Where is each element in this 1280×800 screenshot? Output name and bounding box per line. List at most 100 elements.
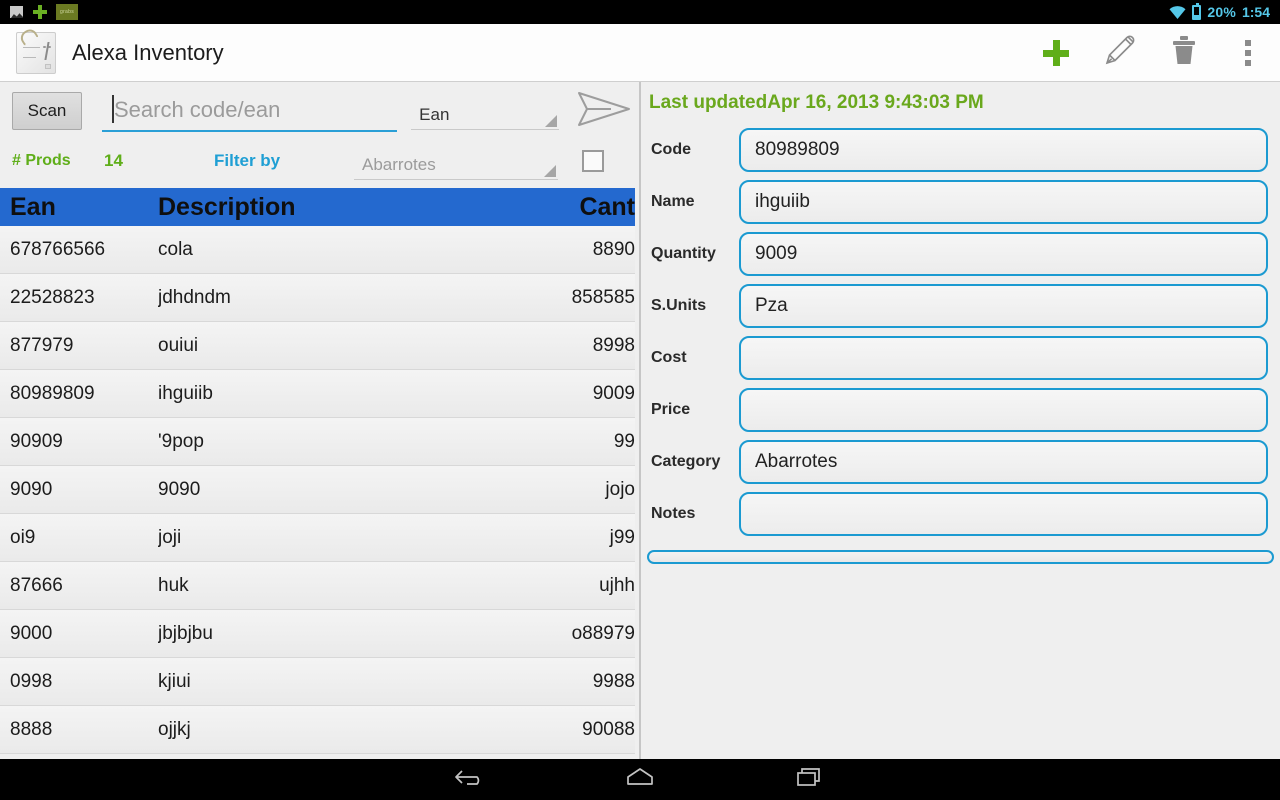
clipboard-icon xyxy=(16,25,56,74)
inventory-list-panel: Scan Ean # xyxy=(0,82,639,759)
detail-field-input[interactable] xyxy=(739,492,1268,536)
cell-description: kjiui xyxy=(158,670,191,692)
cell-cant: 90088 xyxy=(582,718,635,740)
cell-cant: ujhh xyxy=(599,574,635,596)
detail-field-row: Name ihguiib xyxy=(649,180,1268,224)
search-input[interactable] xyxy=(101,90,398,132)
table-row[interactable]: oi9 joji j99 xyxy=(0,514,635,562)
add-icon xyxy=(33,5,47,19)
status-bar-right-icons: 20% 1:54 xyxy=(1169,2,1280,20)
last-updated-label: Last updatedApr 16, 2013 9:43:03 PM xyxy=(649,92,984,113)
cell-ean: 87666 xyxy=(10,574,63,596)
cell-description: ihguiib xyxy=(158,382,213,404)
search-field-type-value: Ean xyxy=(419,105,450,124)
table-row[interactable]: 80989809 ihguiib 9009 xyxy=(0,370,635,418)
send-button[interactable] xyxy=(575,89,633,133)
detail-field-input[interactable] xyxy=(739,336,1268,380)
table-row[interactable]: 9000 jbjbjbu o88979 xyxy=(0,610,635,658)
status-bar-left-icons: grabs xyxy=(0,4,78,20)
cell-cant: o88979 xyxy=(571,622,635,644)
cell-cant: 9988 xyxy=(592,670,635,692)
cell-cant: j99 xyxy=(609,526,635,548)
column-header-cant: Cant xyxy=(579,192,635,221)
detail-field-label: Price xyxy=(651,401,691,418)
table-row[interactable]: 678766566 cola 8890 xyxy=(0,226,635,274)
cell-cant: 9009 xyxy=(592,382,635,404)
detail-field-row: Notes xyxy=(649,492,1268,536)
product-detail-form: Code 80989809 Name ihguiib Quantity 9009 S.Uni… xyxy=(641,114,1280,536)
table-row[interactable]: 22528823 jdhdndm 858585 xyxy=(0,274,635,322)
back-button[interactable] xyxy=(444,763,496,797)
table-row[interactable]: 877979 ouiui 8998 xyxy=(0,322,635,370)
page-title: Alexa Inventory xyxy=(72,39,224,65)
text-caret xyxy=(111,95,114,123)
detail-field-row: Price xyxy=(649,388,1268,432)
cell-description: '9pop xyxy=(158,430,204,452)
detail-field-label: Name xyxy=(651,193,695,210)
column-header-description: Description xyxy=(158,192,296,221)
detail-field-row: Code 80989809 xyxy=(649,128,1268,172)
cell-ean: 9090 xyxy=(10,478,53,500)
cell-cant: 8890 xyxy=(592,238,635,260)
detail-progress-bar[interactable] xyxy=(647,550,1274,564)
recents-button[interactable] xyxy=(784,763,836,797)
delete-button[interactable] xyxy=(1152,24,1216,82)
detail-field-label: S.Units xyxy=(651,297,707,314)
app-badge-icon: grabs xyxy=(56,4,78,20)
cell-ean: 80989809 xyxy=(10,382,95,404)
cell-description: 9090 xyxy=(158,478,201,500)
inventory-table: Ean Description Cant 678766566 cola 8890 22… xyxy=(0,188,635,754)
add-button[interactable] xyxy=(1024,24,1088,82)
cell-cant: 858585 xyxy=(571,286,635,308)
meta-row: # Prods 14 Filter by Abarrotes xyxy=(0,140,639,182)
chevron-down-icon xyxy=(544,115,557,127)
cell-ean: 22528823 xyxy=(10,286,95,308)
detail-field-row: Category Abarrotes xyxy=(649,440,1268,484)
cell-description: huk xyxy=(158,574,189,596)
clock: 1:54 xyxy=(1241,4,1270,20)
category-filter-spinner[interactable]: Abarrotes xyxy=(354,142,558,180)
filter-checkbox[interactable] xyxy=(582,150,604,172)
cell-ean: 9000 xyxy=(10,622,53,644)
android-navigation-bar xyxy=(0,759,1280,800)
chevron-down-icon xyxy=(544,165,556,177)
detail-field-label: Cost xyxy=(651,349,687,366)
screenshot-icon xyxy=(9,5,24,19)
detail-field-input[interactable] xyxy=(739,388,1268,432)
wifi-icon xyxy=(1169,5,1186,19)
detail-field-row: Cost xyxy=(649,336,1268,380)
trash-icon xyxy=(1170,35,1198,70)
column-header-ean: Ean xyxy=(10,192,56,221)
recents-icon xyxy=(795,765,825,794)
action-bar: Alexa Inventory xyxy=(0,24,1280,82)
detail-field-label: Quantity xyxy=(651,245,716,262)
cell-cant: jojo xyxy=(605,478,635,500)
battery-icon xyxy=(1192,2,1202,20)
action-bar-actions xyxy=(1024,24,1280,82)
cell-description: jdhdndm xyxy=(158,286,231,308)
table-body: 678766566 cola 8890 22528823 jdhdndm 858585 87… xyxy=(0,226,635,754)
cell-description: ojjkj xyxy=(158,718,191,740)
detail-field-row: S.Units Pza xyxy=(649,284,1268,328)
table-row[interactable]: 90909 '9pop 99 xyxy=(0,418,635,466)
detail-field-input[interactable]: 80989809 xyxy=(739,128,1268,172)
detail-field-input[interactable]: Pza xyxy=(739,284,1268,328)
products-count-label: # Prods xyxy=(12,152,71,169)
search-field-type-spinner[interactable]: Ean xyxy=(411,92,559,130)
table-row[interactable]: 0998 kjiui 9988 xyxy=(0,658,635,706)
home-button[interactable] xyxy=(614,763,666,797)
table-row[interactable]: 9090 9090 jojo xyxy=(0,466,635,514)
plus-icon xyxy=(1043,39,1069,66)
detail-field-input[interactable]: ihguiib xyxy=(739,180,1268,224)
overflow-menu-button[interactable] xyxy=(1216,24,1280,82)
detail-field-row: Quantity 9009 xyxy=(649,232,1268,276)
detail-field-input[interactable]: 9009 xyxy=(739,232,1268,276)
filter-by-label[interactable]: Filter by xyxy=(214,151,354,171)
table-row[interactable]: 87666 huk ujhh xyxy=(0,562,635,610)
scan-button[interactable]: Scan xyxy=(12,92,82,130)
cell-description: cola xyxy=(158,238,193,260)
table-row[interactable]: 8888 ojjkj 90088 xyxy=(0,706,635,754)
detail-field-input[interactable]: Abarrotes xyxy=(739,440,1268,484)
overflow-dots-icon xyxy=(1245,39,1251,66)
edit-button[interactable] xyxy=(1088,24,1152,82)
